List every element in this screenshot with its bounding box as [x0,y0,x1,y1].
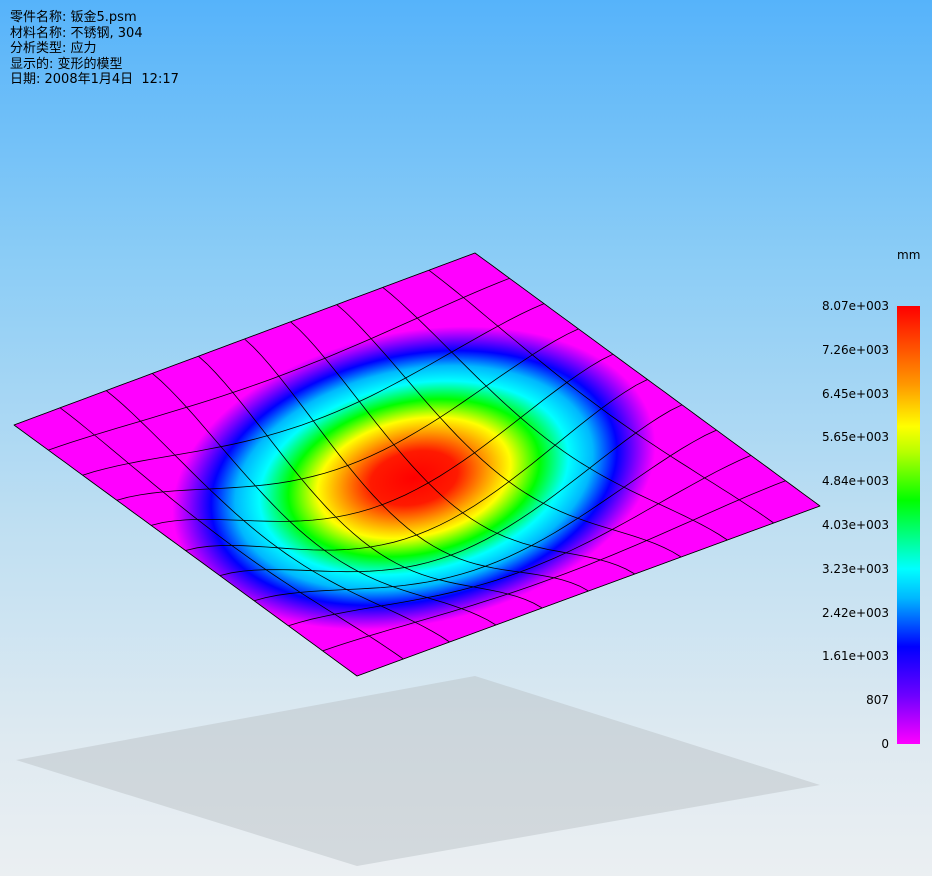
legend-tick-label: 5.65e+003 [821,430,889,445]
stress-contour [172,326,656,630]
legend-tick-label: 807 [866,693,889,708]
fea-3d-viewport[interactable] [0,0,932,876]
legend-tick-label: 7.26e+003 [821,342,889,357]
legend-unit-label: mm [897,248,921,262]
legend-tick-label: 3.23e+003 [821,561,889,576]
legend-tick-label: 1.61e+003 [821,649,889,664]
legend-tick-label: 4.03e+003 [821,518,889,532]
legend-tick-label: 4.84e+003 [821,474,889,489]
legend-tick-label: 2.42e+003 [821,605,889,620]
legend-tick-label: 8.07e+003 [821,299,889,313]
legend-color-bar [897,306,920,744]
legend-tick-label: 6.45e+003 [821,386,889,401]
legend-tick-label: 0 [881,737,889,751]
plate-shadow [16,676,820,866]
